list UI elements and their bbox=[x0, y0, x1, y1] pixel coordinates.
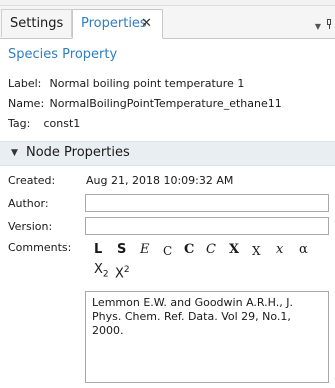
subscript-digit: 2 bbox=[102, 269, 109, 280]
section-title: Species Property bbox=[8, 47, 118, 62]
subscript-x2-icon[interactable]: X2 bbox=[94, 262, 109, 283]
info-tag-value: const1 bbox=[43, 117, 81, 130]
info-name-key: Name: bbox=[8, 97, 45, 110]
node-properties-header[interactable]: ▼ Node Properties bbox=[0, 141, 335, 166]
pin-icon[interactable] bbox=[326, 19, 332, 29]
info-name-value: NormalBoilingPointTemperature_ethane11 bbox=[49, 97, 282, 110]
comments-label: Comments: bbox=[8, 241, 72, 254]
tab-settings-label: Settings bbox=[10, 16, 64, 31]
author-label: Author: bbox=[8, 197, 49, 210]
subscript-base: X bbox=[94, 262, 103, 277]
superscript-base: X bbox=[115, 266, 124, 282]
x-italic-icon[interactable]: x bbox=[276, 242, 283, 258]
alpha-icon[interactable]: α bbox=[299, 242, 308, 258]
superscript-x2-icon[interactable]: X2 bbox=[115, 262, 130, 282]
chevron-down-icon[interactable]: ▼ bbox=[315, 22, 321, 31]
tab-bar: Settings Properties ✕ ▼ bbox=[0, 6, 335, 39]
created-label: Created: bbox=[8, 174, 56, 187]
superscript-digit: 2 bbox=[123, 265, 130, 275]
x-bold-icon[interactable]: X bbox=[229, 242, 239, 258]
version-field[interactable] bbox=[85, 217, 329, 235]
x-small-icon[interactable]: X bbox=[252, 243, 261, 259]
info-label-key: Label: bbox=[8, 77, 42, 90]
epsilon-italic-icon[interactable]: E bbox=[140, 242, 150, 258]
info-label-value: Normal boiling point temperature 1 bbox=[49, 77, 245, 90]
tab-settings[interactable]: Settings bbox=[1, 9, 72, 37]
created-value: Aug 21, 2018 10:09:32 AM bbox=[86, 174, 234, 187]
c-small-icon[interactable]: C bbox=[163, 243, 172, 259]
lambda-bold-icon[interactable]: L bbox=[94, 242, 102, 258]
version-label: Version: bbox=[8, 220, 53, 233]
sigma-bold-icon[interactable]: S bbox=[117, 242, 126, 258]
comments-textarea[interactable]: Lemmon E.W. and Goodwin A.R.H., J. Phys.… bbox=[85, 291, 329, 383]
info-name-row: Name: NormalBoilingPointTemperature_etha… bbox=[8, 97, 282, 110]
node-properties-title: Node Properties bbox=[26, 145, 130, 160]
close-icon[interactable]: ✕ bbox=[141, 17, 152, 31]
collapse-caret-icon[interactable]: ▼ bbox=[11, 148, 18, 158]
info-tag-key: Tag: bbox=[8, 117, 31, 130]
c-bold-icon[interactable]: C bbox=[184, 242, 194, 258]
author-field[interactable] bbox=[85, 194, 329, 212]
c-italic-icon[interactable]: C bbox=[206, 242, 216, 258]
info-tag-row: Tag: const1 bbox=[8, 117, 80, 130]
info-label-row: Label: Normal boiling point temperature … bbox=[8, 77, 244, 90]
tab-properties-label: Properties bbox=[81, 16, 147, 31]
